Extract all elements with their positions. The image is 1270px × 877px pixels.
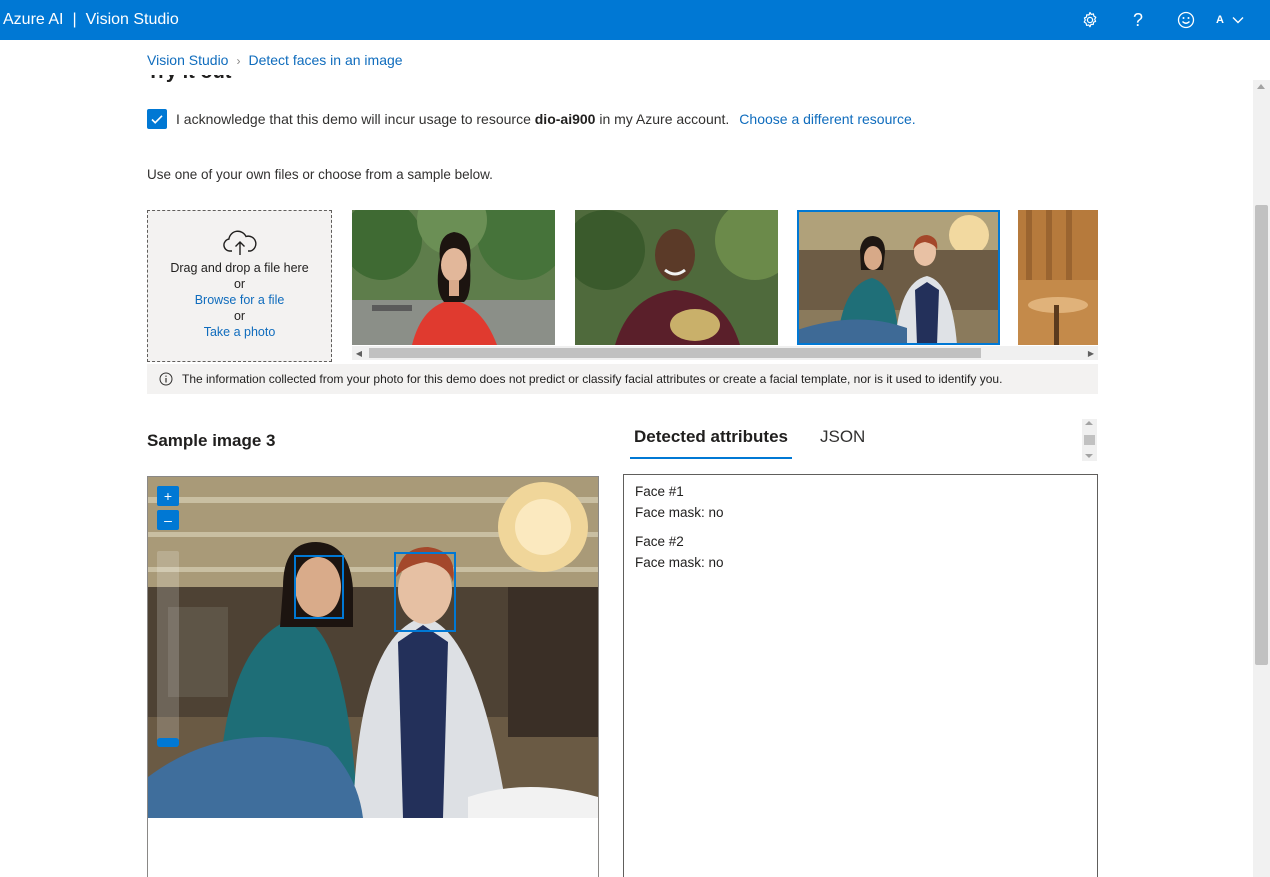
file-dropzone[interactable]: Drag and drop a file here or Browse for …	[147, 210, 332, 362]
browse-file-link[interactable]: Browse for a file	[195, 293, 285, 307]
scroll-up-icon[interactable]	[1085, 421, 1093, 425]
smiley-feedback-icon[interactable]	[1174, 8, 1198, 32]
top-bar: Azure AI | Vision Studio ? A	[0, 0, 1270, 40]
scroll-right-icon[interactable]: ▶	[1084, 346, 1098, 360]
settings-gear-icon[interactable]	[1078, 8, 1102, 32]
detected-attributes-panel: Face #1 Face mask: no Face #2 Face mask:…	[623, 474, 1098, 877]
choose-resource-link[interactable]: Choose a different resource.	[739, 111, 915, 127]
instructions-text: Use one of your own files or choose from…	[147, 167, 493, 182]
acknowledge-text-after: in my Azure account.	[599, 111, 730, 127]
acknowledge-row: I acknowledge that this demo will incur …	[147, 108, 916, 130]
scrollbar-thumb[interactable]	[369, 348, 981, 358]
acknowledge-checkbox[interactable]	[147, 109, 167, 129]
zoom-slider[interactable]	[157, 551, 179, 741]
chevron-down-icon	[1232, 17, 1244, 24]
face-mask-value: Face mask: no	[635, 505, 724, 520]
tab-detected-attributes[interactable]: Detected attributes	[630, 427, 792, 459]
privacy-notice: The information collected from your phot…	[147, 364, 1098, 394]
scroll-left-icon[interactable]: ◀	[352, 346, 366, 360]
zoom-out-button[interactable]: –	[157, 510, 179, 530]
sample-image-3[interactable]	[797, 210, 1000, 345]
sample-image-1[interactable]	[352, 210, 555, 345]
zoom-slider-handle[interactable]	[157, 738, 179, 747]
info-icon	[159, 372, 173, 386]
sample-image-4[interactable]	[1018, 210, 1098, 345]
dropzone-or-2: or	[233, 309, 246, 323]
brand-name: Azure AI	[3, 11, 64, 28]
breadcrumb: Vision Studio › Detect faces in an image	[147, 52, 403, 68]
preview-title: Sample image 3	[147, 431, 276, 450]
page-scrollbar[interactable]	[1253, 80, 1270, 877]
section-title: Try it out	[147, 75, 231, 84]
face-mask-value: Face mask: no	[635, 555, 724, 570]
brand-separator: |	[72, 11, 77, 28]
app-title[interactable]: Azure AI | Vision Studio	[3, 11, 179, 29]
account-menu[interactable]: A	[1216, 9, 1244, 31]
page-scrollbar-thumb[interactable]	[1255, 205, 1268, 665]
breadcrumb-detect-faces[interactable]: Detect faces in an image	[248, 52, 402, 68]
image-preview: + –	[147, 476, 599, 877]
samples-horizontal-scrollbar[interactable]: ◀ ▶	[352, 346, 1098, 360]
face-box-1[interactable]	[294, 555, 344, 619]
privacy-notice-text: The information collected from your phot…	[182, 372, 1003, 386]
dropzone-instructions: Drag and drop a file here	[170, 261, 309, 275]
preview-photo	[148, 477, 598, 818]
account-initial: A	[1216, 14, 1224, 26]
scroll-up-icon[interactable]	[1257, 84, 1265, 89]
cloud-upload-icon	[148, 229, 331, 260]
face-result-1: Face #1 Face mask: no	[635, 481, 1086, 523]
face-label: Face #1	[635, 484, 684, 499]
checkmark-icon	[151, 115, 163, 124]
chevron-right-icon: ›	[236, 54, 241, 68]
face-result-2: Face #2 Face mask: no	[635, 531, 1086, 573]
main-content: Try it out I acknowledge that this demo …	[0, 75, 1252, 877]
zoom-in-button[interactable]: +	[157, 486, 179, 506]
product-name: Vision Studio	[85, 11, 179, 28]
breadcrumb-vision-studio[interactable]: Vision Studio	[147, 52, 228, 68]
tabs-scrollbar-thumb[interactable]	[1084, 435, 1095, 445]
dropzone-or-1: or	[233, 277, 246, 291]
help-icon[interactable]: ?	[1126, 8, 1150, 32]
tab-json[interactable]: JSON	[816, 427, 869, 457]
resource-name: dio-ai900	[534, 111, 596, 127]
take-photo-link[interactable]: Take a photo	[204, 325, 276, 339]
tabs-scrollbar[interactable]	[1082, 419, 1097, 461]
sample-image-2[interactable]	[575, 210, 778, 345]
scroll-down-icon[interactable]	[1085, 454, 1093, 458]
acknowledge-text-before: I acknowledge that this demo will incur …	[176, 111, 531, 127]
face-label: Face #2	[635, 534, 684, 549]
face-box-2[interactable]	[394, 552, 456, 632]
sample-images-strip	[352, 210, 1098, 345]
